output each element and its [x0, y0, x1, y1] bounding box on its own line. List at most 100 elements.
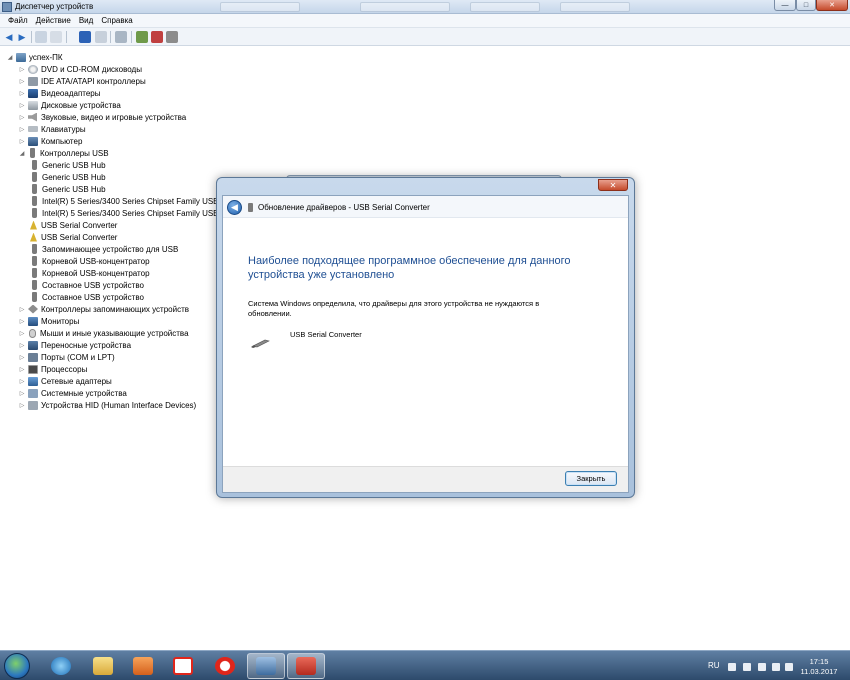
- ghost-title-region: [470, 2, 540, 12]
- expand-icon[interactable]: ▷: [18, 353, 26, 361]
- back-button[interactable]: ◀: [227, 200, 242, 215]
- expand-icon[interactable]: ▷: [18, 341, 26, 349]
- usb-device-item[interactable]: USB Serial Converter: [30, 231, 117, 243]
- device-category[interactable]: ▷ Мыши и иные указывающие устройства: [18, 327, 189, 339]
- expand-icon[interactable]: ▷: [18, 77, 26, 85]
- device-category[interactable]: ▷ Переносные устройства: [18, 339, 131, 351]
- clock[interactable]: 17:15 11.03.2017: [795, 657, 843, 677]
- category-label: Видеоадаптеры: [41, 88, 101, 98]
- help-icon[interactable]: [79, 31, 91, 43]
- back-arrow-icon[interactable]: ◀: [3, 31, 15, 43]
- maximize-button[interactable]: □: [796, 0, 816, 11]
- device-category[interactable]: ▷ Компьютер: [18, 135, 82, 147]
- taskbar-yandex-browser[interactable]: [206, 653, 244, 679]
- category-label: Процессоры: [41, 364, 88, 374]
- usb-device-item[interactable]: Запоминающее устройство для USB: [30, 243, 178, 255]
- usb-icon: [32, 172, 37, 182]
- device-category[interactable]: ▷ Контроллеры запоминающих устройств: [18, 303, 189, 315]
- expand-icon[interactable]: ▷: [18, 329, 26, 337]
- usb-device-label: Generic USB Hub: [42, 160, 106, 170]
- category-label: Клавиатуры: [41, 124, 86, 134]
- device-category[interactable]: ▷ Системные устройства: [18, 387, 127, 399]
- system-icon: [28, 388, 38, 398]
- media-player-icon: [133, 657, 153, 675]
- collapse-icon[interactable]: ◢: [6, 53, 14, 61]
- device-category[interactable]: ▷ Звуковые, видео и игровые устройства: [18, 111, 186, 123]
- device-category[interactable]: ▷ Мониторы: [18, 315, 79, 327]
- expand-icon[interactable]: ▷: [18, 65, 26, 73]
- action-center-icon[interactable]: [743, 663, 751, 671]
- scan-hardware-icon[interactable]: [115, 31, 127, 43]
- expand-icon[interactable]: ▷: [18, 389, 26, 397]
- usb-device-item[interactable]: Generic USB Hub: [30, 171, 106, 183]
- usb-device-item[interactable]: Составное USB устройство: [30, 291, 144, 303]
- close-window-button[interactable]: ✕: [816, 0, 848, 11]
- minimize-button[interactable]: —: [774, 0, 796, 11]
- usb-device-item[interactable]: Intel(R) 5 Series/3400 Series Chipset Fa…: [30, 195, 219, 207]
- menu-view[interactable]: Вид: [75, 14, 97, 27]
- usb-device-item[interactable]: Корневой USB-концентратор: [30, 255, 150, 267]
- menu-help[interactable]: Справка: [97, 14, 136, 27]
- taskbar-media[interactable]: [124, 653, 162, 679]
- collapse-icon[interactable]: ◢: [18, 149, 26, 157]
- expand-icon[interactable]: ▷: [18, 101, 26, 109]
- properties-icon[interactable]: [95, 31, 107, 43]
- usb-device-label: Составное USB устройство: [42, 280, 144, 290]
- device-category[interactable]: ▷ IDE ATA/ATAPI контроллеры: [18, 75, 146, 87]
- device-category[interactable]: ▷ Устройства HID (Human Interface Devices…: [18, 399, 196, 411]
- expand-icon[interactable]: ▷: [18, 317, 26, 325]
- tree-root[interactable]: ◢ успех-ПК: [6, 51, 63, 63]
- flag-icon[interactable]: [728, 663, 736, 671]
- expand-icon[interactable]: ▷: [18, 365, 26, 373]
- battery-icon[interactable]: [758, 663, 766, 671]
- device-category[interactable]: ▷ Процессоры: [18, 363, 87, 375]
- expand-icon[interactable]: ▷: [18, 89, 26, 97]
- device-category[interactable]: ▷ Дисковые устройства: [18, 99, 121, 111]
- volume-icon[interactable]: [785, 663, 793, 671]
- update-driver-icon[interactable]: [136, 31, 148, 43]
- folder-icon: [93, 657, 113, 675]
- expand-icon[interactable]: ▷: [18, 125, 26, 133]
- taskbar-ie[interactable]: [42, 653, 80, 679]
- usb-device-item[interactable]: USB Serial Converter: [30, 219, 117, 231]
- device-category[interactable]: ▷ Порты (COM и LPT): [18, 351, 115, 363]
- taskbar-device-manager[interactable]: [247, 653, 285, 679]
- device-category[interactable]: ▷ DVD и CD-ROM дисководы: [18, 63, 142, 75]
- yandex-browser-icon: [215, 657, 235, 675]
- expand-icon[interactable]: ▷: [18, 113, 26, 121]
- disable-device-icon[interactable]: [166, 31, 178, 43]
- usb-device-item[interactable]: Составное USB устройство: [30, 279, 144, 291]
- category-label: Порты (COM и LPT): [41, 352, 115, 362]
- taskbar-yandex[interactable]: [164, 653, 202, 679]
- close-button[interactable]: Закрыть: [565, 471, 617, 486]
- device-category[interactable]: ◢ Контроллеры USB: [18, 147, 109, 159]
- usb-icon: [32, 196, 37, 206]
- expand-icon[interactable]: ▷: [18, 305, 26, 313]
- uninstall-icon[interactable]: [151, 31, 163, 43]
- network-icon[interactable]: [772, 663, 780, 671]
- usb-device-item[interactable]: Generic USB Hub: [30, 159, 106, 171]
- device-category[interactable]: ▷ Клавиатуры: [18, 123, 86, 135]
- device-category[interactable]: ▷ Видеоадаптеры: [18, 87, 101, 99]
- window-title-bar[interactable]: Диспетчер устройств — □ ✕: [0, 0, 850, 14]
- show-hide-tree-icon[interactable]: [35, 31, 47, 43]
- usb-device-label: Intel(R) 5 Series/3400 Series Chipset Fa…: [42, 208, 219, 218]
- disc-icon: [28, 64, 38, 74]
- forward-arrow-icon[interactable]: ▶: [16, 31, 28, 43]
- expand-icon[interactable]: ▷: [18, 137, 26, 145]
- start-button[interactable]: [4, 653, 30, 679]
- usb-device-item[interactable]: Generic USB Hub: [30, 183, 106, 195]
- dialog-close-icon[interactable]: ✕: [598, 179, 628, 191]
- taskbar-toolbox[interactable]: [287, 653, 325, 679]
- menu-action[interactable]: Действие: [32, 14, 75, 27]
- usb-device-item[interactable]: Intel(R) 5 Series/3400 Series Chipset Fa…: [30, 207, 219, 219]
- device-category[interactable]: ▷ Сетевые адаптеры: [18, 375, 112, 387]
- net-icon: [28, 376, 38, 386]
- properties-list-icon[interactable]: [50, 31, 62, 43]
- expand-icon[interactable]: ▷: [18, 401, 26, 409]
- usb-device-item[interactable]: Корневой USB-концентратор: [30, 267, 150, 279]
- menu-file[interactable]: Файл: [4, 14, 32, 27]
- taskbar-explorer[interactable]: [84, 653, 122, 679]
- language-indicator[interactable]: RU: [708, 661, 720, 670]
- expand-icon[interactable]: ▷: [18, 377, 26, 385]
